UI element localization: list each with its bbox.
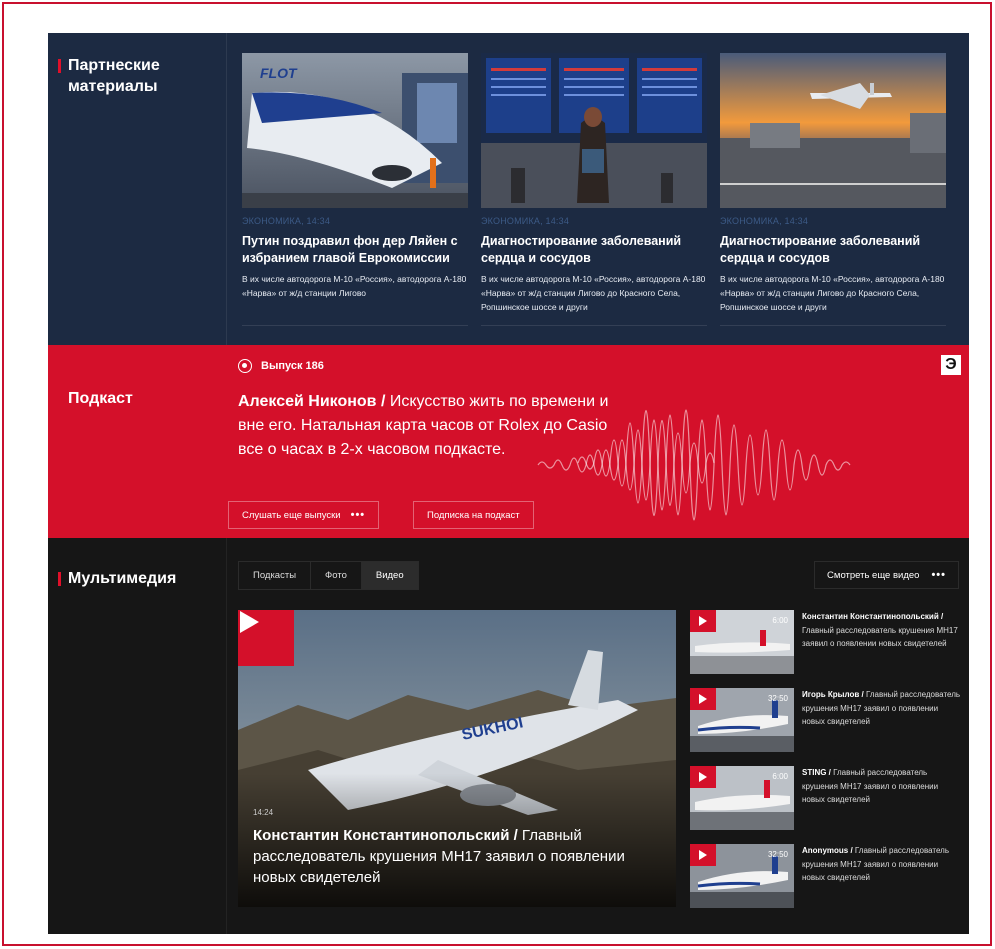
- video-thumbnail[interactable]: 32:50: [690, 844, 794, 908]
- partner-card-image[interactable]: FLOT: [242, 53, 468, 208]
- video-duration: 32:50: [767, 850, 788, 859]
- main-video-time: 14:24: [253, 808, 274, 817]
- card-description: В их числе автодорога М-10 «Россия», авт…: [242, 274, 467, 298]
- subscribe-label: Подписка на подкаст: [427, 509, 520, 521]
- play-button[interactable]: [238, 610, 294, 666]
- partners-title-text: Партнеские материалы: [68, 57, 160, 95]
- play-icon: [699, 772, 707, 782]
- section-title-podcast: Подкаст: [68, 388, 133, 409]
- video-caption[interactable]: Anonymous / Главный расследователь круше…: [802, 844, 962, 885]
- multimedia-title-text: Мультимедия: [68, 570, 177, 587]
- video-author: Константин Константинопольский /: [802, 612, 944, 621]
- podcast-section: Подкаст Выпуск 186 Алексей Никонов / Иск…: [48, 345, 969, 538]
- brand-logo[interactable]: Э: [941, 355, 961, 375]
- episode-label: Выпуск 186: [238, 359, 324, 373]
- play-button[interactable]: [690, 610, 716, 632]
- video-list-item[interactable]: 32:50 Anonymous / Главный расследователь…: [690, 844, 960, 908]
- video-thumbnail[interactable]: 6:00: [690, 766, 794, 830]
- video-list-item[interactable]: 32:50 Игорь Крылов / Главный расследоват…: [690, 688, 960, 752]
- main-video-player[interactable]: SUKHOI 14:24 Константин Константинопольс…: [238, 610, 676, 907]
- accent-bar: [58, 59, 61, 73]
- partner-card[interactable]: ЭКОНОМИКА, 14:34 Диагностирование заболе…: [720, 53, 946, 326]
- card-title[interactable]: Путин поздравил фон дер Ляйен с избрание…: [242, 233, 468, 267]
- video-duration: 6:00: [772, 772, 788, 781]
- svg-text:FLOT: FLOT: [260, 65, 298, 81]
- video-caption[interactable]: STING / Главный расследователь крушения …: [802, 766, 962, 807]
- podcast-author: Алексей Никонов /: [238, 393, 386, 410]
- episode-number: Выпуск 186: [261, 360, 324, 372]
- video-text: Главный расследователь крушения MH17 зая…: [802, 625, 958, 649]
- card-separator: [720, 325, 946, 326]
- card-separator: [242, 325, 468, 326]
- video-author: STING /: [802, 768, 831, 777]
- video-list-item[interactable]: 6:00 Константин Константинопольский / Гл…: [690, 610, 960, 674]
- partners-section: Партнеские материалы FLOT ЭКОНОМИКА, 14:…: [48, 33, 969, 345]
- partner-card-image[interactable]: [720, 53, 946, 208]
- listen-more-label: Слушать еще выпуски: [242, 509, 341, 521]
- video-thumbnail[interactable]: 32:50: [690, 688, 794, 752]
- card-title[interactable]: Диагностирование заболеваний сердца и со…: [481, 233, 707, 267]
- podcast-broadcast-icon: [238, 359, 252, 373]
- card-meta: ЭКОНОМИКА, 14:34: [481, 216, 570, 226]
- video-duration: 6:00: [772, 616, 788, 625]
- more-dots-icon: •••: [350, 509, 366, 521]
- podcast-title-text: Подкаст: [68, 390, 133, 407]
- listen-more-button[interactable]: Слушать еще выпуски •••: [228, 501, 380, 529]
- podcast-description[interactable]: Алексей Никонов / Искусство жить по врем…: [238, 390, 618, 462]
- subscribe-button[interactable]: Подписка на подкаст: [413, 501, 534, 529]
- media-tabs: Подкасты Фото Видео: [238, 561, 419, 590]
- video-author: Anonymous /: [802, 846, 853, 855]
- watch-more-video-button[interactable]: Смотреть еще видео •••: [814, 561, 959, 589]
- play-icon: [699, 850, 707, 860]
- content-wrapper: Партнеские материалы FLOT ЭКОНОМИКА, 14:…: [48, 33, 969, 934]
- partner-card[interactable]: FLOT ЭКОНОМИКА, 14:34 Путин поздравил фо…: [242, 53, 468, 326]
- card-description: В их числе автодорога М-10 «Россия», авт…: [481, 274, 706, 312]
- play-button[interactable]: [690, 844, 716, 866]
- video-caption[interactable]: Константин Константинопольский / Главный…: [802, 610, 962, 651]
- main-video-caption[interactable]: Константин Константинопольский / Главный…: [253, 825, 663, 888]
- video-caption[interactable]: Игорь Крылов / Главный расследователь кр…: [802, 688, 962, 729]
- section-title-partners: Партнеские материалы: [58, 55, 188, 97]
- watch-more-label: Смотреть еще видео: [827, 569, 920, 581]
- play-icon: [699, 694, 707, 704]
- play-icon: [240, 611, 259, 633]
- tab-podcasts[interactable]: Подкасты: [239, 562, 312, 589]
- card-separator: [481, 325, 707, 326]
- tab-video[interactable]: Видео: [361, 562, 418, 589]
- play-icon: [699, 616, 707, 626]
- card-meta: ЭКОНОМИКА, 14:34: [720, 216, 809, 226]
- main-video-author: Константин Константинопольский /: [253, 827, 518, 844]
- card-meta: ЭКОНОМИКА, 14:34: [242, 216, 331, 226]
- multimedia-section: Мультимедия Подкасты Фото Видео Смотреть…: [48, 538, 969, 934]
- accent-bar: [58, 572, 61, 586]
- divider: [226, 538, 227, 934]
- divider: [226, 33, 227, 345]
- play-button[interactable]: [690, 688, 716, 710]
- video-author: Игорь Крылов /: [802, 690, 864, 699]
- more-dots-icon: •••: [931, 569, 946, 581]
- video-thumbnail[interactable]: 6:00: [690, 610, 794, 674]
- tab-photo[interactable]: Фото: [311, 562, 362, 589]
- play-button[interactable]: [690, 766, 716, 788]
- card-title[interactable]: Диагностирование заболеваний сердца и со…: [720, 233, 946, 267]
- video-list-item[interactable]: 6:00 STING / Главный расследователь круш…: [690, 766, 960, 830]
- partner-card[interactable]: ЭКОНОМИКА, 14:34 Диагностирование заболе…: [481, 53, 707, 326]
- partner-card-image[interactable]: [481, 53, 707, 208]
- section-title-multimedia: Мультимедия: [58, 568, 177, 589]
- video-duration: 32:50: [767, 694, 788, 703]
- card-description: В их числе автодорога М-10 «Россия», авт…: [720, 274, 945, 312]
